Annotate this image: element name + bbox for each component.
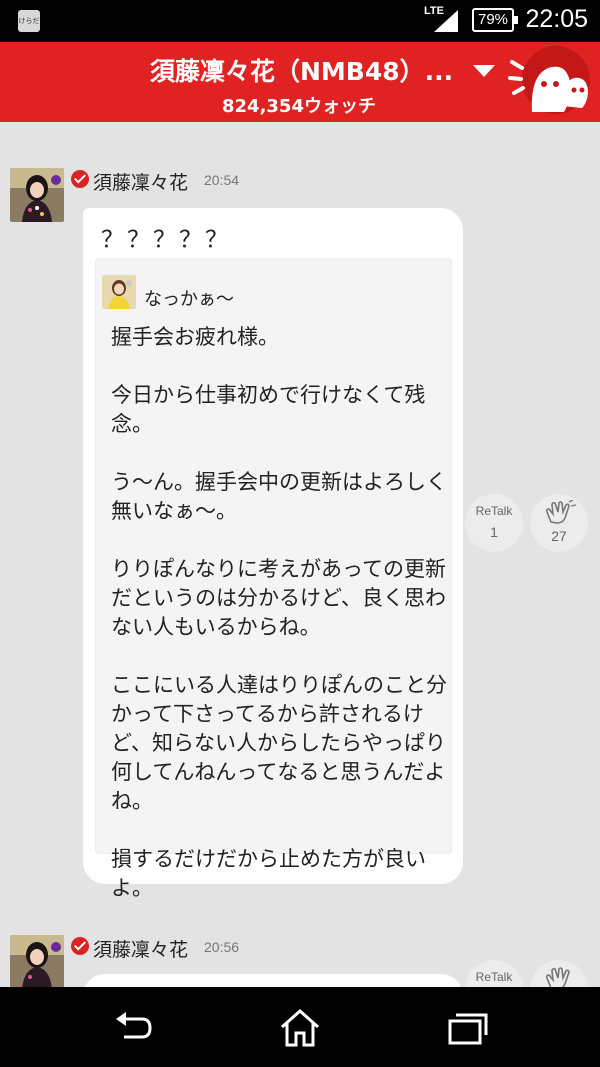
message-time: 20:56 bbox=[204, 939, 240, 955]
retalk-label: ReTalk bbox=[475, 504, 513, 518]
retalk-count: 1 bbox=[490, 524, 498, 540]
signal-icon bbox=[434, 10, 458, 32]
status-bar: けらだ LTE 79% 22:05 bbox=[0, 0, 600, 42]
verified-badge-icon bbox=[71, 937, 89, 955]
quoted-message[interactable]: なっかぁ～ 握手会お疲れ様。 今日から仕事初めで行けなくて残念。 う～ん。握手会… bbox=[95, 258, 452, 900]
avatar[interactable] bbox=[10, 168, 64, 222]
watch-count: 824,354ウォッチ bbox=[222, 96, 376, 117]
verified-badge-icon bbox=[71, 170, 89, 188]
clap-icon bbox=[545, 967, 570, 987]
clap-button[interactable] bbox=[530, 960, 588, 987]
recent-apps-icon[interactable] bbox=[446, 1007, 490, 1049]
clap-count: 27 bbox=[551, 528, 567, 544]
message-bubble[interactable]: ？？？？？ なっかぁ～ 握手会お疲れ様。 今日から仕事初めで行けなくて残念。 う… bbox=[83, 208, 463, 900]
app-header: 須藤凜々花（NMB48）... 824,354ウォッチ bbox=[0, 42, 600, 122]
message-time: 20:54 bbox=[204, 172, 240, 188]
chat-timeline[interactable]: 須藤凜々花 20:54 ？？？？？ なっかぁ～ 握手会お疲れ様。 今日から仕事初… bbox=[0, 122, 600, 987]
page-title[interactable]: 須藤凜々花（NMB48）... bbox=[150, 52, 460, 88]
avatar-image bbox=[10, 168, 64, 222]
retalk-button[interactable]: ReTalk 1 bbox=[465, 494, 523, 552]
message-text: ？？？？？ bbox=[101, 227, 231, 253]
avatar-image bbox=[10, 935, 64, 987]
clock: 22:05 bbox=[525, 5, 588, 33]
retalk-label: ReTalk bbox=[475, 970, 513, 984]
dropdown-caret-icon[interactable] bbox=[473, 65, 495, 77]
battery-indicator: 79% bbox=[472, 8, 518, 32]
clap-button[interactable]: 27 bbox=[530, 494, 588, 552]
retalk-button[interactable]: ReTalk bbox=[465, 960, 523, 987]
clap-icon bbox=[545, 500, 577, 524]
quoted-author-name: なっかぁ～ bbox=[144, 289, 234, 310]
author-name[interactable]: 須藤凜々花 bbox=[93, 935, 188, 962]
message-bubble[interactable] bbox=[83, 974, 463, 987]
quoted-message-body: 握手会お疲れ様。 今日から仕事初めで行けなくて残念。 う～ん。握手会中の更新はよ… bbox=[111, 325, 447, 900]
mascot-icon[interactable] bbox=[508, 46, 594, 118]
home-icon[interactable] bbox=[278, 1007, 322, 1049]
back-icon[interactable] bbox=[112, 1007, 156, 1049]
author-name[interactable]: 須藤凜々花 bbox=[93, 168, 188, 195]
quoted-avatar bbox=[102, 275, 136, 309]
notification-app-icon: けらだ bbox=[18, 10, 40, 32]
quoted-avatar-image bbox=[102, 275, 136, 309]
system-nav-bar bbox=[0, 987, 600, 1067]
avatar[interactable] bbox=[10, 935, 64, 987]
